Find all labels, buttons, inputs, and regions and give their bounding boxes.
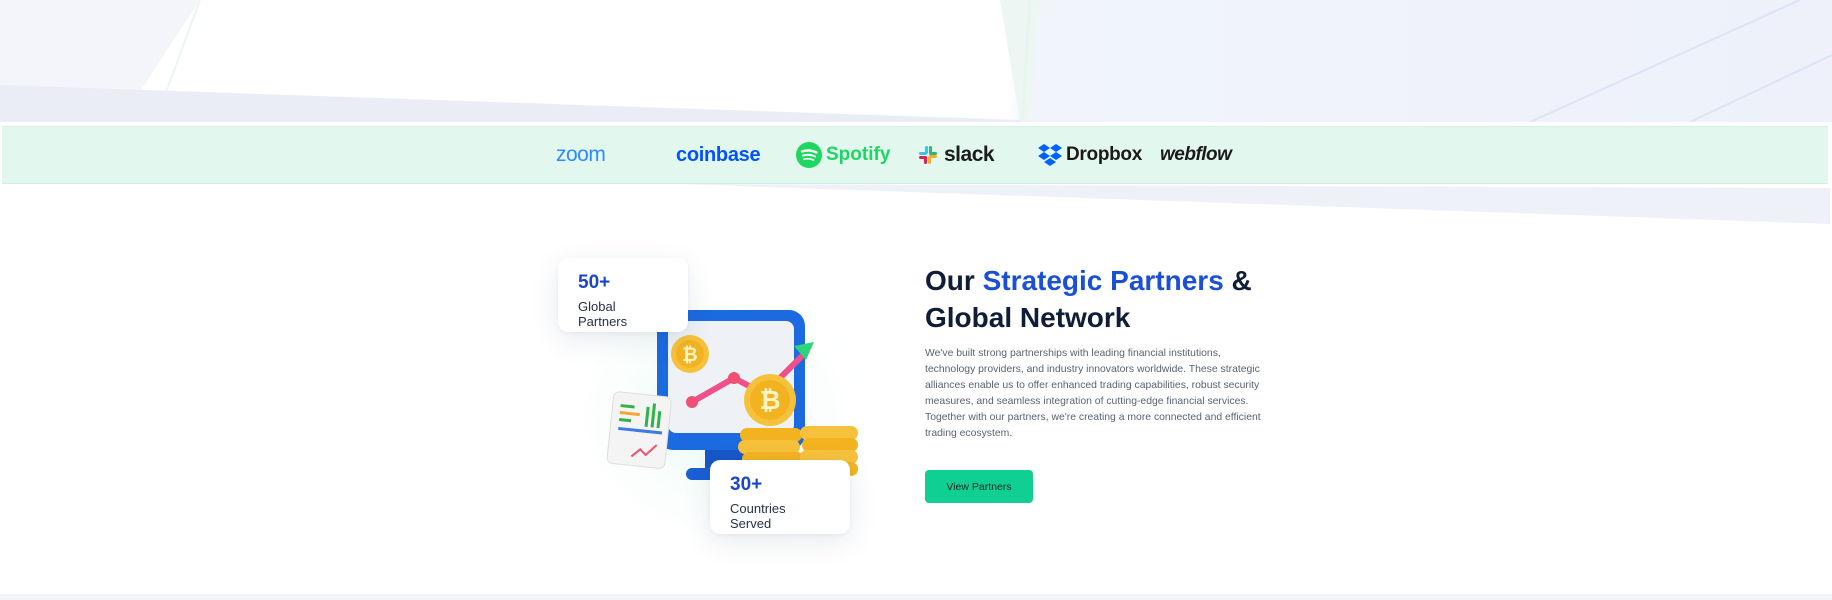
bitcoin-icon: ₿	[671, 335, 709, 373]
spotify-icon	[796, 142, 822, 168]
section-description: We've built strong partnerships with lea…	[925, 348, 1261, 439]
slack-logo-text: slack	[944, 143, 995, 166]
stat-value: 30+	[730, 474, 763, 495]
section-title-accent: Strategic Partners	[982, 265, 1224, 296]
section-divider-band	[680, 184, 1830, 224]
view-partners-button[interactable]: View Partners	[925, 470, 1033, 503]
stat-card-countries-served: 30+ Countries Served	[710, 460, 850, 534]
dropbox-logo-text: Dropbox	[1066, 144, 1143, 165]
report-card-icon	[606, 391, 672, 469]
section-bottom-divider	[0, 594, 1832, 600]
coinbase-logo: coinbase	[676, 127, 761, 183]
stat-label: Global Partners	[578, 299, 628, 329]
partner-logo-strip: zoom coinbase Spotify slack Dropbox webf…	[2, 126, 1828, 184]
dropbox-logo: Dropbox	[1038, 127, 1142, 183]
chart-point	[686, 396, 698, 408]
spotify-logo: Spotify	[796, 127, 890, 183]
zoom-logo-text: zoom	[556, 143, 606, 166]
svg-text:₿: ₿	[682, 345, 697, 366]
slack-logo: slack	[918, 127, 995, 183]
section-title-prefix: Our	[925, 265, 983, 296]
svg-text:₿: ₿	[759, 385, 780, 415]
bitcoin-icon: ₿	[744, 374, 796, 426]
stat-card-global-partners: 50+ Global Partners	[558, 258, 688, 332]
spotify-logo-text: Spotify	[826, 144, 891, 165]
hero-decoration	[0, 0, 1832, 122]
section-title: Our Strategic Partners & Global Network	[925, 262, 1285, 336]
chart-point	[728, 372, 740, 384]
coinbase-logo-text: coinbase	[676, 143, 761, 166]
stat-value: 50+	[578, 272, 611, 293]
webflow-logo: webflow	[1160, 127, 1232, 183]
hero-bottom-edge	[0, 0, 1832, 122]
slack-icon	[919, 146, 937, 164]
dropbox-icon	[1038, 144, 1062, 166]
zoom-logo: zoom	[556, 127, 606, 183]
stat-label: Countries Served	[730, 501, 786, 531]
webflow-logo-text: webflow	[1160, 144, 1232, 165]
